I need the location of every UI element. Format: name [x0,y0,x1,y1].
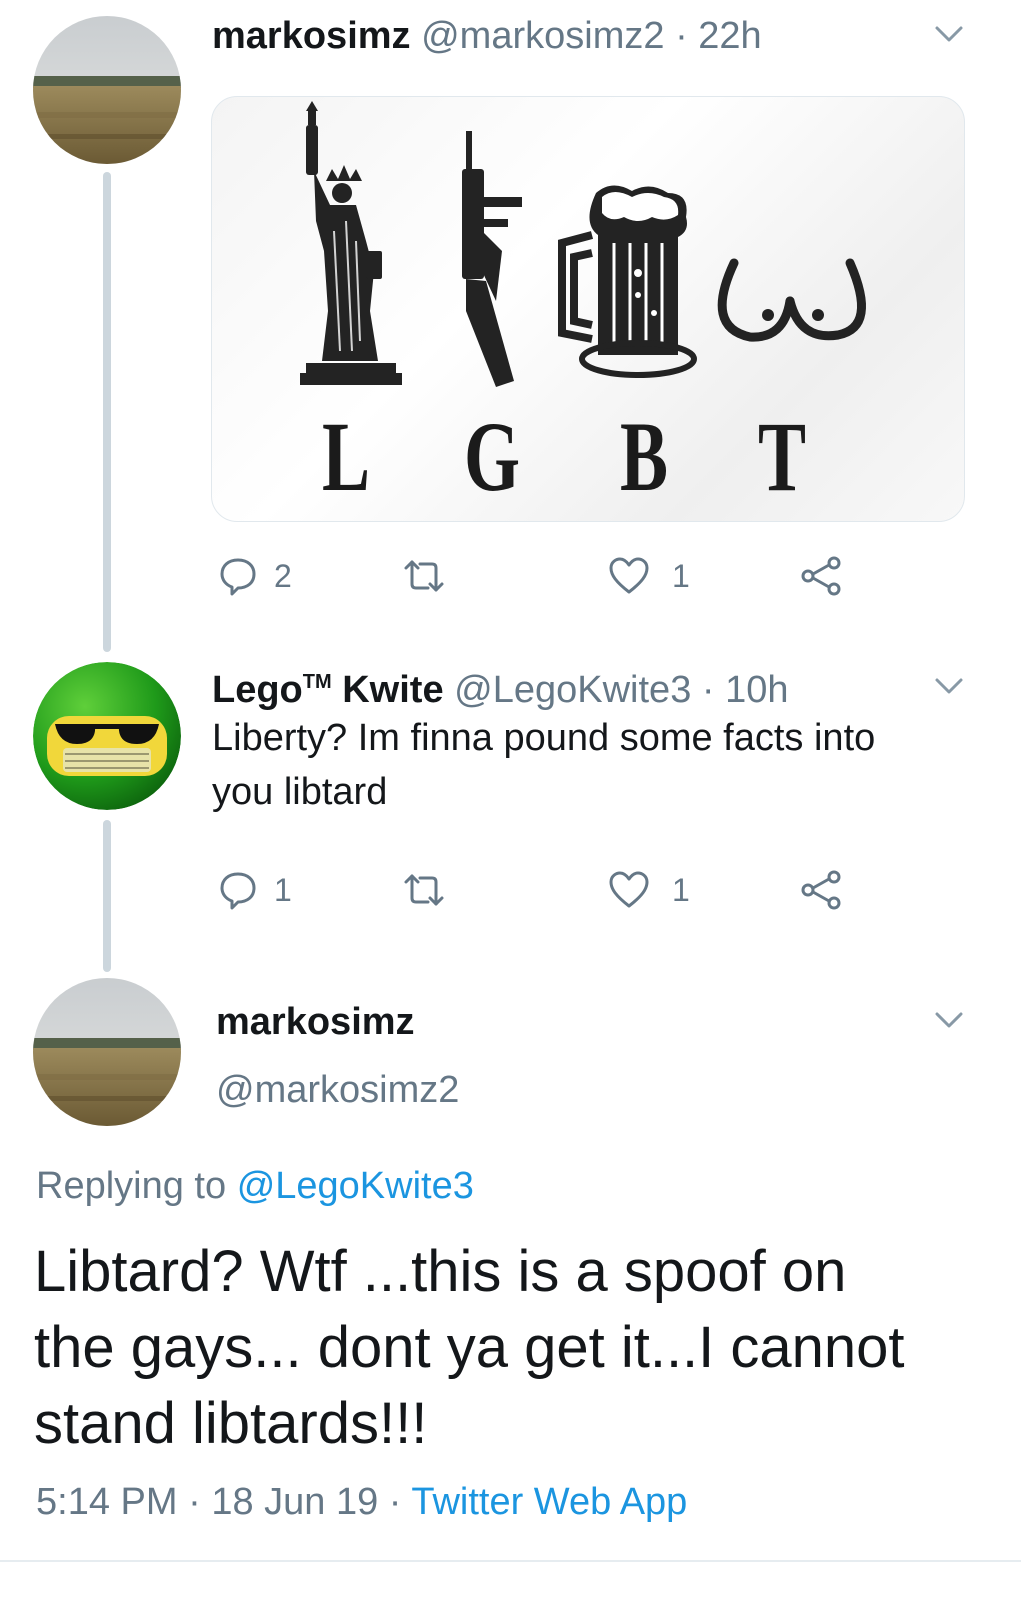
tweet-time[interactable]: 22h [698,15,761,57]
tweet-timestamp-line: 5:14 PM · 18 Jun 19 · Twitter Web App [36,1480,687,1524]
separator-dot: · [701,669,715,711]
tweet-time[interactable]: 10h [725,669,788,711]
reply-count: 1 [274,871,292,908]
tweet-text-line: the gays... dont ya get it...I cannot [34,1315,905,1380]
lego-helmet-avatar-image [33,662,181,810]
display-name[interactable]: markosimz [216,1000,415,1044]
user-handle[interactable]: @LegoKwite3 [454,669,691,711]
retweet-button[interactable] [400,870,448,910]
statue-of-liberty-icon [300,101,402,385]
heart-outline-icon [609,871,649,908]
replying-to-handle-link[interactable]: @LegoKwite3 [237,1165,474,1207]
separator-dot: · [675,15,688,57]
landscape-avatar-image [33,16,181,164]
display-name-part: Kwite [342,669,444,711]
share-button[interactable] [800,556,844,596]
tweet-text-line: stand libtards!!! [34,1391,428,1456]
tweet-media-image[interactable]: L G B T [211,96,965,522]
tweet-text-line: Libtard? Wtf ...this is a spoof on [34,1239,847,1304]
share-nodes-icon [801,870,841,910]
replying-to-label: Replying to [36,1165,227,1207]
reply-count: 2 [274,557,292,594]
replying-to-line: Replying to @LegoKwite3 [36,1164,474,1208]
display-name[interactable]: markosimz [212,15,411,57]
retweet-arrows-icon [404,560,444,592]
more-options-chevron-icon[interactable] [934,676,964,701]
flag-letter-g: G [464,401,521,512]
rifle-icon [462,131,522,387]
tweet-header: LegoTM Kwite @LegoKwite3 · 10h [212,660,789,712]
reply-button[interactable]: 1 [218,870,292,910]
more-options-chevron-icon[interactable] [934,24,964,49]
tweet-text-line: you libtard [212,771,388,813]
share-button[interactable] [800,870,844,910]
display-name[interactable]: LegoTM Kwite [212,669,444,711]
like-count: 1 [672,871,690,908]
speech-bubble-icon [220,558,256,596]
thread-line [103,820,111,972]
tweet-body: Libtard? Wtf ...this is a spoof on the g… [34,1234,905,1462]
speech-bubble-icon [220,872,256,910]
tweet-header: markosimz @markosimz2 · 22h [212,14,762,58]
heart-outline-icon [609,557,649,594]
reply-button[interactable]: 2 [218,556,292,596]
tweet-source-link[interactable]: Twitter Web App [411,1481,687,1523]
thread-line [103,172,111,652]
avatar-legokwite[interactable] [33,662,181,810]
retweet-button[interactable] [400,556,448,596]
beer-mug-icon [558,185,697,378]
flag-letter-t: T [758,401,807,512]
landscape-avatar-image [33,978,181,1126]
boobs-glyph-icon [717,258,867,342]
like-button[interactable]: 1 [608,870,690,910]
avatar-markosimz[interactable] [33,978,181,1126]
separator-dot: · [388,1481,402,1523]
tweet-text-line: Liberty? Im finna pound some facts into [212,717,876,759]
tweet-date[interactable]: 18 Jun 19 [211,1481,378,1523]
user-handle[interactable]: @markosimz2 [216,1068,459,1112]
tweet-time[interactable]: 5:14 PM [36,1481,178,1523]
more-options-chevron-icon[interactable] [934,1010,964,1035]
like-count: 1 [672,557,690,594]
user-handle[interactable]: @markosimz2 [421,15,664,57]
display-name-part: Lego [212,669,303,711]
separator-dot: · [188,1481,201,1523]
avatar-markosimz[interactable] [33,16,181,164]
retweet-arrows-icon [404,874,444,906]
flag-letter-l: L [322,401,371,512]
flag-letter-b: B [620,401,669,512]
divider [0,1560,1021,1562]
trademark-sup: TM [302,671,332,693]
like-button[interactable]: 1 [608,556,690,596]
share-nodes-icon [801,556,841,596]
